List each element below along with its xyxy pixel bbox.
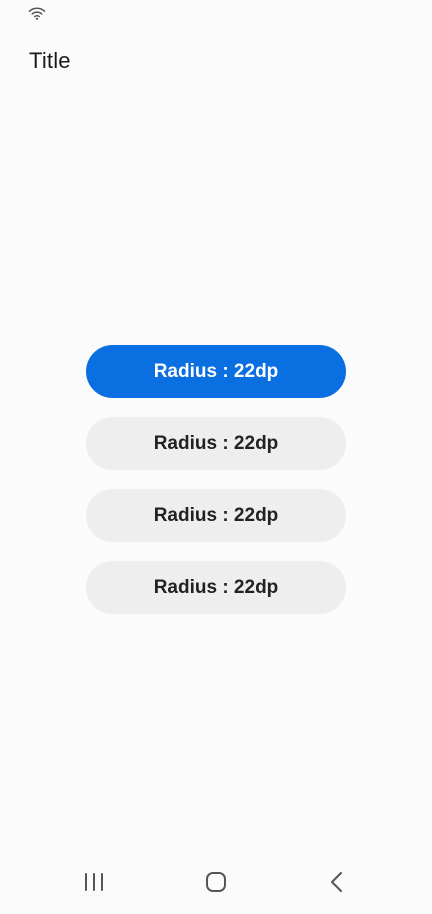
back-icon bbox=[331, 872, 342, 892]
wifi-icon bbox=[28, 7, 46, 20]
home-button[interactable] bbox=[196, 862, 236, 902]
status-bar bbox=[0, 0, 432, 28]
back-button[interactable] bbox=[317, 862, 357, 902]
recents-button[interactable] bbox=[74, 862, 114, 902]
radius-button-secondary-1[interactable]: Radius : 22dp bbox=[86, 417, 346, 470]
recents-icon bbox=[85, 873, 103, 891]
radius-button-secondary-2[interactable]: Radius : 22dp bbox=[86, 489, 346, 542]
radius-button-primary[interactable]: Radius : 22dp bbox=[86, 345, 346, 398]
radius-button-secondary-3[interactable]: Radius : 22dp bbox=[86, 561, 346, 614]
home-icon bbox=[206, 872, 226, 892]
page-title: Title bbox=[29, 48, 71, 73]
navigation-bar bbox=[0, 862, 432, 904]
button-stack: Radius : 22dp Radius : 22dp Radius : 22d… bbox=[86, 345, 346, 633]
